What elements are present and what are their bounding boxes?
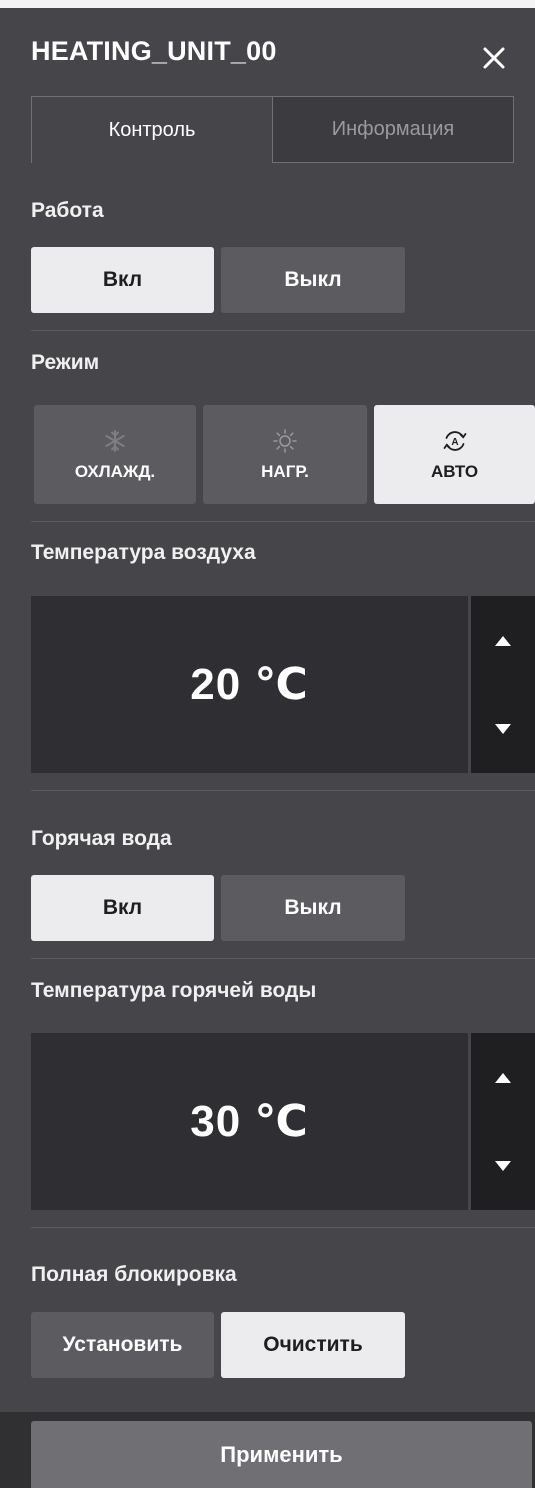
hot-water-on-button[interactable]: Вкл [31, 875, 214, 941]
mode-heat-button[interactable]: НАГР. [203, 405, 367, 504]
air-temp-decrease-button[interactable] [493, 722, 513, 736]
top-border [0, 0, 535, 8]
hot-water-off-button[interactable]: Выкл [221, 875, 405, 941]
mode-cool-button[interactable]: ОХЛАЖД. [34, 405, 196, 504]
air-temp-increase-button[interactable] [493, 634, 513, 648]
heating-unit-control-panel: HEATING_UNIT_00 Контроль Информация Рабо… [0, 0, 535, 1488]
triangle-down-icon [495, 1161, 511, 1171]
operation-label: Работа [31, 199, 104, 222]
air-temp-stepper [471, 596, 535, 773]
water-temp-label: Температура горячей воды [31, 979, 317, 1002]
divider [31, 330, 535, 331]
mode-label: Режим [31, 351, 100, 374]
operation-off-button[interactable]: Выкл [221, 247, 405, 313]
air-temp-label: Температура воздуха [31, 541, 256, 564]
mode-auto-label: АВТО [430, 461, 479, 481]
tab-control[interactable]: Контроль [31, 96, 273, 163]
water-temp-decrease-button[interactable] [493, 1159, 513, 1173]
close-button[interactable] [478, 42, 510, 74]
operation-on-button[interactable]: Вкл [31, 247, 214, 313]
auto-cycle-icon: A [443, 430, 466, 451]
mode-heat-label: НАГР. [261, 461, 309, 481]
full-lock-label: Полная блокировка [31, 1263, 237, 1286]
close-icon [483, 47, 505, 69]
mode-cool-label: ОХЛАЖД. [74, 461, 156, 481]
snowflake-icon [105, 429, 125, 452]
water-temp-display: 30 ℃ [31, 1033, 468, 1210]
svg-text:A: A [451, 437, 458, 448]
apply-button[interactable]: Применить [31, 1421, 532, 1488]
panel-title: HEATING_UNIT_00 [31, 36, 277, 66]
divider [31, 790, 535, 791]
divider [31, 1227, 535, 1228]
divider [31, 958, 535, 959]
triangle-up-icon [495, 1073, 511, 1083]
sun-icon [273, 428, 297, 453]
mode-auto-button[interactable]: A АВТО [374, 405, 535, 504]
tab-info[interactable]: Информация [273, 96, 514, 163]
triangle-down-icon [495, 724, 511, 734]
air-temp-display: 20 ℃ [31, 596, 468, 773]
water-temp-stepper [471, 1033, 535, 1210]
lock-set-button[interactable]: Установить [31, 1312, 214, 1378]
hot-water-label: Горячая вода [31, 827, 172, 850]
tab-bar: Контроль Информация [31, 96, 514, 163]
lock-clear-button[interactable]: Очистить [221, 1312, 405, 1378]
divider [31, 521, 535, 522]
water-temp-increase-button[interactable] [493, 1071, 513, 1085]
triangle-up-icon [495, 636, 511, 646]
